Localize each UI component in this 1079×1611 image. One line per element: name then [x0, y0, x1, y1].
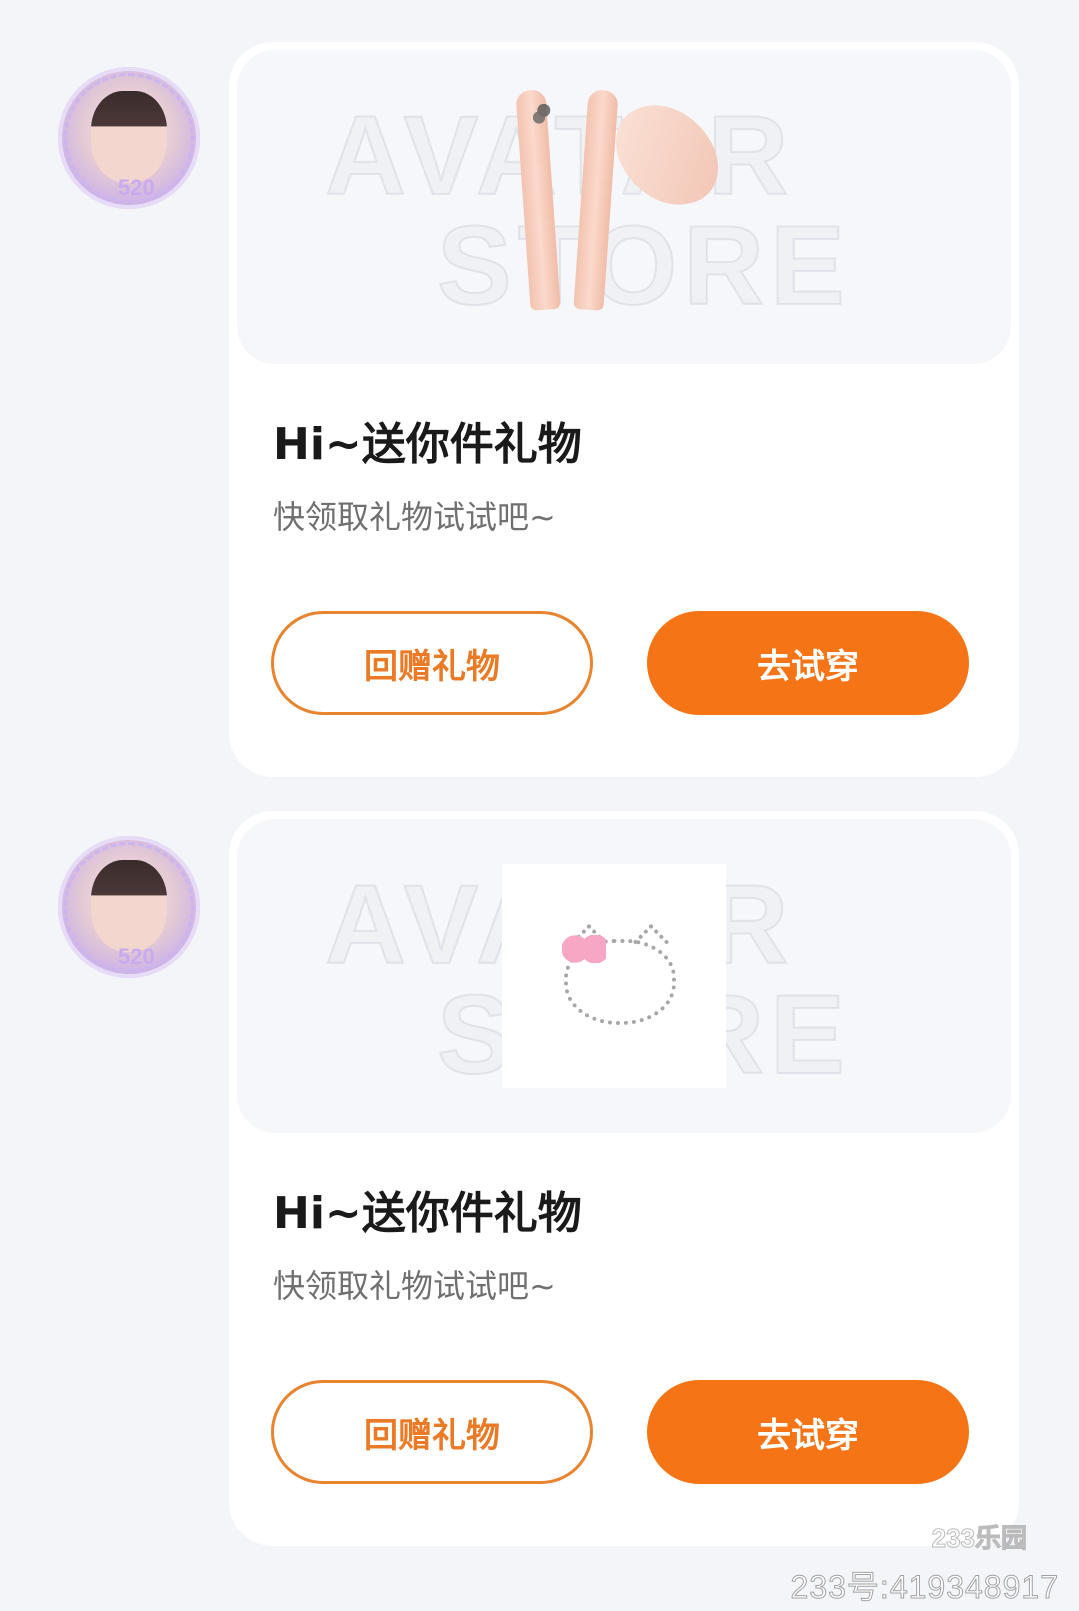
pink-bow: [562, 935, 606, 963]
gift-item-image: [507, 85, 733, 330]
sender-avatar[interactable]: 520: [58, 836, 200, 978]
avatar-badge: 520: [118, 944, 155, 969]
try-on-button[interactable]: 去试穿: [647, 611, 969, 715]
kitty-ear: [632, 923, 670, 961]
watermark-logo: 233乐园: [931, 1523, 1027, 1554]
gift-preview[interactable]: AVATAR STORE: [237, 50, 1011, 364]
kitty-outline: [562, 923, 676, 1025]
avatar-badge: 520: [118, 175, 155, 200]
gift-subtitle: 快领取礼物试试吧~: [273, 1267, 556, 1305]
sender-avatar[interactable]: 520: [58, 67, 200, 209]
gift-item-image: [502, 864, 726, 1088]
gift-title: Hi~送你件礼物: [273, 1188, 582, 1239]
avatar-portrait: [91, 860, 167, 952]
gift-card: AVATAR STORE Hi~送你件礼物 快领取礼物试试吧~ 回赠礼物 去试穿: [229, 811, 1019, 1546]
leg-shape: [573, 89, 619, 311]
avatar-portrait: [91, 91, 167, 183]
hand-shape: [601, 85, 733, 225]
tattoo-mark: [529, 92, 558, 129]
gift-card: AVATAR STORE Hi~送你件礼物 快领取礼物试试吧~ 回赠礼物 去试穿: [229, 42, 1019, 777]
leg-shape: [515, 89, 561, 311]
watermark-id: 233号:419348917: [790, 1569, 1059, 1606]
gift-subtitle: 快领取礼物试试吧~: [273, 498, 556, 536]
gift-preview[interactable]: AVATAR STORE: [237, 819, 1011, 1133]
gift-title: Hi~送你件礼物: [273, 419, 582, 470]
try-on-button[interactable]: 去试穿: [647, 1380, 969, 1484]
return-gift-button[interactable]: 回赠礼物: [271, 611, 593, 715]
return-gift-button[interactable]: 回赠礼物: [271, 1380, 593, 1484]
